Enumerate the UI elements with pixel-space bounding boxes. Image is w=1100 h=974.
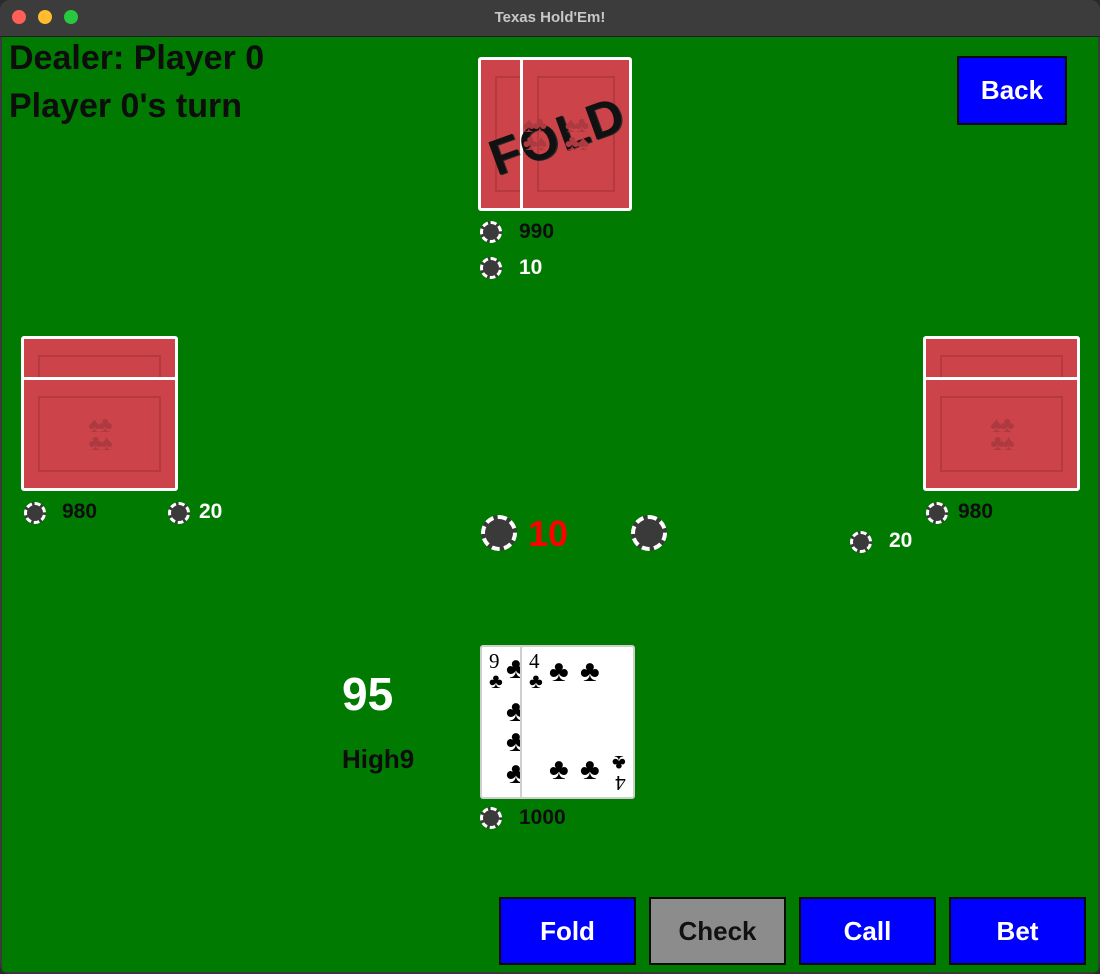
card-back-icon: ♠♣ ♣♠ bbox=[522, 112, 547, 155]
poker-chip-icon bbox=[168, 502, 190, 524]
right-player-card-2: ♠♣ ♣♠ bbox=[923, 377, 1080, 491]
fold-button[interactable]: Fold bbox=[499, 897, 636, 965]
poker-chip-icon bbox=[480, 807, 502, 829]
turn-label: Player 0's turn bbox=[9, 87, 242, 125]
poker-chip-icon bbox=[480, 221, 502, 243]
dealer-label: Dealer: Player 0 bbox=[9, 39, 265, 77]
hand-name: High9 bbox=[342, 744, 415, 774]
poker-table: Dealer: Player 0 Player 0's turn Back ♠♣… bbox=[2, 37, 1098, 972]
game-window: Texas Hold'Em! Dealer: Player 0 Player 0… bbox=[0, 0, 1100, 974]
pot-amount: 10 bbox=[528, 513, 569, 554]
card-back-icon: ♠♣ ♣♠ bbox=[990, 412, 1014, 455]
poker-chip-icon bbox=[850, 531, 872, 553]
window-title: Texas Hold'Em! bbox=[494, 9, 606, 26]
poker-chip-icon bbox=[631, 515, 667, 551]
card-back-icon: ♠♣ ♣♠ bbox=[88, 412, 112, 455]
back-button[interactable]: Back bbox=[957, 56, 1067, 125]
card-rank: 4 ♣ bbox=[529, 651, 543, 693]
left-player-card-2: ♠♣ ♣♠ bbox=[21, 377, 178, 491]
club-icon: ♣ bbox=[580, 655, 600, 688]
club-icon: ♣ bbox=[489, 669, 503, 693]
poker-chip-icon bbox=[926, 502, 948, 524]
club-icon: ♣ bbox=[612, 751, 626, 775]
bet-button[interactable]: Bet bbox=[949, 897, 1086, 965]
title-bar: Texas Hold'Em! bbox=[0, 0, 1100, 37]
card-back-icon: ♠♣ ♣♠ bbox=[564, 112, 589, 155]
poker-chip-icon bbox=[24, 502, 46, 524]
club-icon: ♣ bbox=[549, 753, 569, 786]
club-icon: ♣ bbox=[580, 753, 600, 786]
right-player-chips: 980 bbox=[958, 500, 994, 523]
top-player-bet: 10 bbox=[519, 256, 543, 279]
left-player-bet: 20 bbox=[199, 500, 223, 523]
pot-chip-icon bbox=[481, 515, 517, 551]
player-chips: 1000 bbox=[519, 806, 566, 829]
hand-score: 95 bbox=[342, 668, 394, 720]
club-icon: ♣ bbox=[529, 669, 543, 693]
left-player-chips: 980 bbox=[62, 500, 98, 523]
club-icon: ♣ bbox=[549, 655, 569, 688]
right-player-bet: 20 bbox=[889, 529, 913, 552]
card-rank: 9 ♣ bbox=[489, 651, 503, 693]
call-button[interactable]: Call bbox=[799, 897, 936, 965]
player-card-2: 4 ♣ ♣ ♣ ♣ ♣ 4 ♣ bbox=[520, 645, 635, 799]
top-player-chips: 990 bbox=[519, 220, 555, 243]
poker-chip-icon bbox=[480, 257, 502, 279]
check-button[interactable]: Check bbox=[649, 897, 786, 965]
card-rank: 4 ♣ bbox=[612, 751, 626, 795]
